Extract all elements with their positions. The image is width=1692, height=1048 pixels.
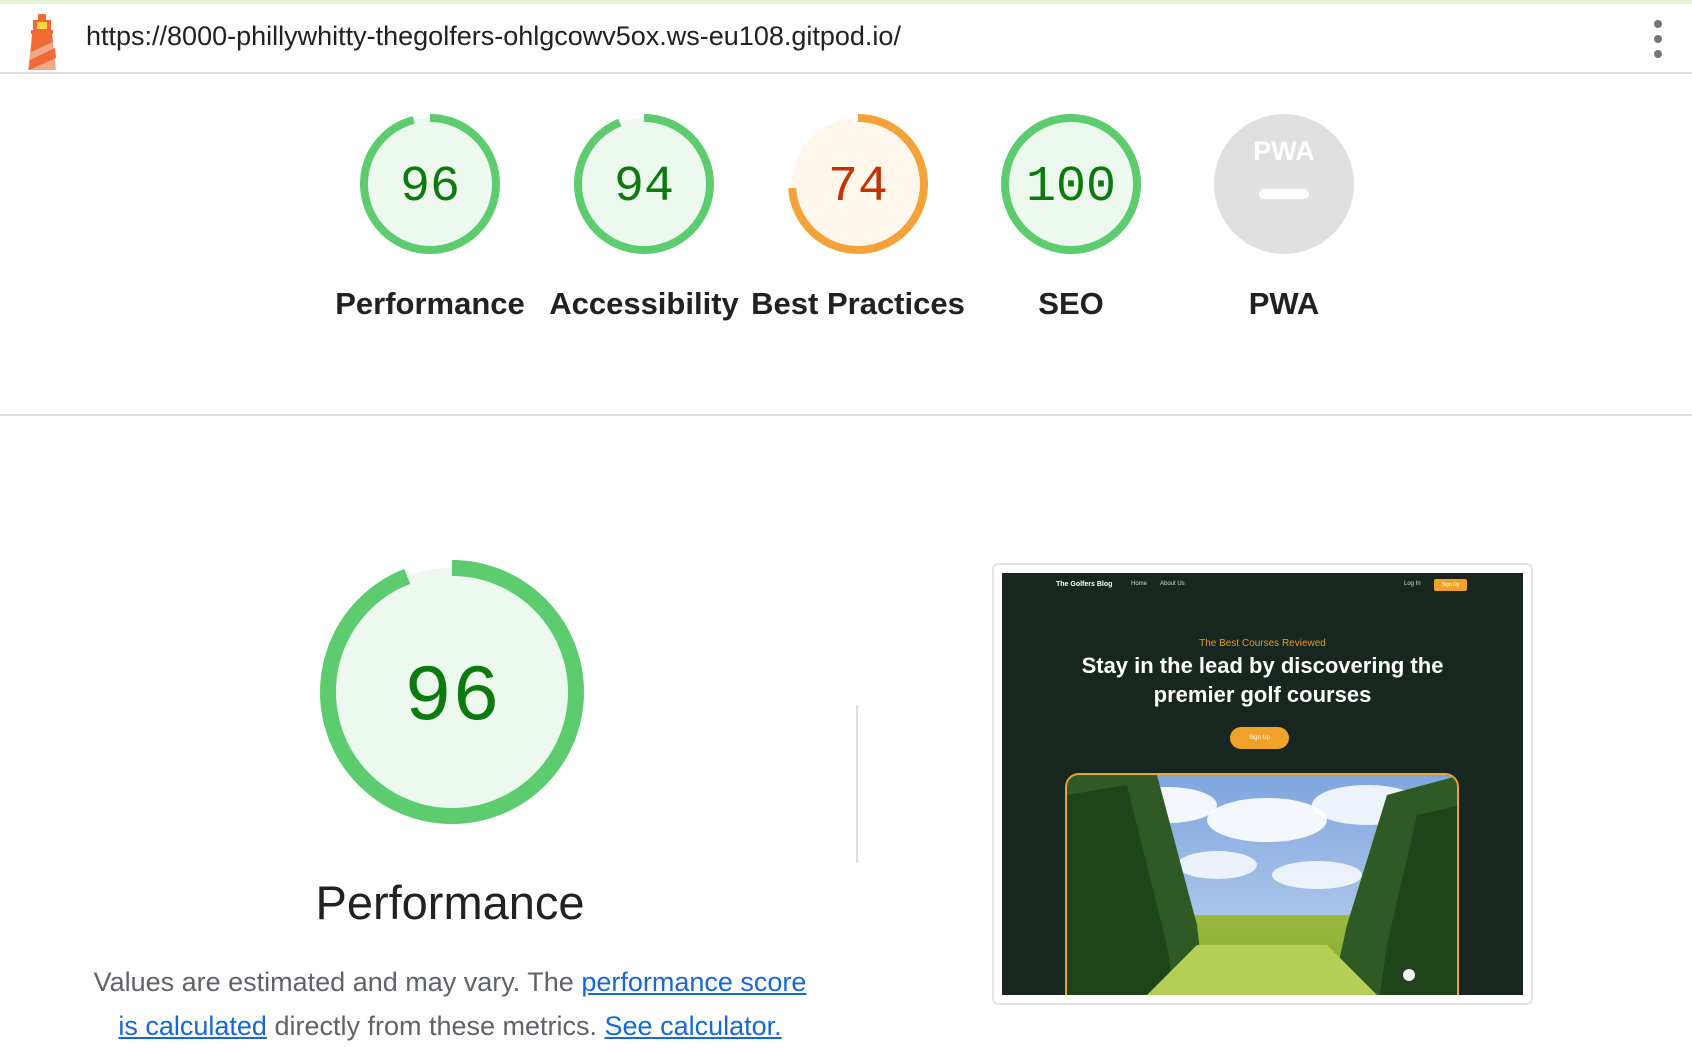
more-vert-icon[interactable]: [1648, 20, 1668, 62]
lighthouse-icon: [28, 14, 56, 70]
pwa-label: PWA: [1248, 286, 1320, 321]
pwa-badge-text: PWA: [1253, 136, 1315, 166]
site-nav-login: Log In: [1404, 581, 1421, 587]
site-headline: Stay in the lead by discovering the prem…: [1081, 653, 1444, 707]
site-signup-button: Sign Up: [1434, 579, 1467, 591]
best-practices-label: Best Practices: [751, 286, 965, 321]
see-calculator-link[interactable]: See calculator.: [605, 1011, 782, 1041]
pwa-badge-icon: PWA: [1214, 114, 1354, 254]
final-screenshot: The Golfers Blog Home About Us Log In Si…: [1002, 573, 1523, 995]
accessibility-gauge-ring: 94: [574, 114, 714, 254]
description-middle: directly from these metrics.: [266, 1011, 605, 1041]
section-divider: [0, 414, 1692, 416]
performance-score: 96: [400, 159, 460, 216]
best-practices-gauge-ring: 74: [788, 114, 928, 254]
site-brand: The Golfers Blog: [1056, 581, 1113, 588]
gauge-accessibility[interactable]: 94 Accessibility: [534, 112, 754, 326]
best-practices-score: 74: [828, 159, 888, 216]
accessibility-score: 94: [614, 159, 674, 216]
gauge-best-practices[interactable]: 74 Best Practices: [748, 112, 968, 326]
accessibility-label: Accessibility: [549, 286, 739, 321]
site-cta-button: Sign Up: [1230, 727, 1289, 749]
golf-course-image: [1067, 775, 1457, 995]
site-nav-home: Home: [1131, 581, 1148, 587]
gauge-seo[interactable]: 100 SEO: [961, 112, 1181, 326]
vertical-divider: [856, 705, 858, 863]
gauge-pwa[interactable]: PWA PWA: [1174, 112, 1394, 326]
site-kicker: The Best Courses Reviewed: [1199, 638, 1326, 649]
seo-gauge-ring: 100: [1001, 114, 1141, 254]
description-intro: Values are estimated and may vary. The: [93, 967, 582, 997]
performance-section-title: Performance: [315, 876, 585, 929]
site-hero-image: [1065, 773, 1459, 995]
performance-label: Performance: [335, 286, 525, 321]
seo-label: SEO: [1038, 286, 1104, 321]
site-nav-about: About Us: [1160, 581, 1185, 587]
gauge-performance[interactable]: 96 Performance: [320, 112, 540, 326]
performance-gauge-ring: 96: [360, 114, 500, 254]
performance-large-score: 96: [404, 653, 500, 744]
performance-large-gauge: 96: [320, 560, 584, 824]
report-url: https://8000-phillywhitty-thegolfers-ohl…: [86, 21, 901, 51]
report-topbar: https://8000-phillywhitty-thegolfers-ohl…: [0, 4, 1692, 74]
performance-description: Values are estimated and may vary. The p…: [90, 960, 810, 1048]
seo-score: 100: [1026, 159, 1116, 216]
